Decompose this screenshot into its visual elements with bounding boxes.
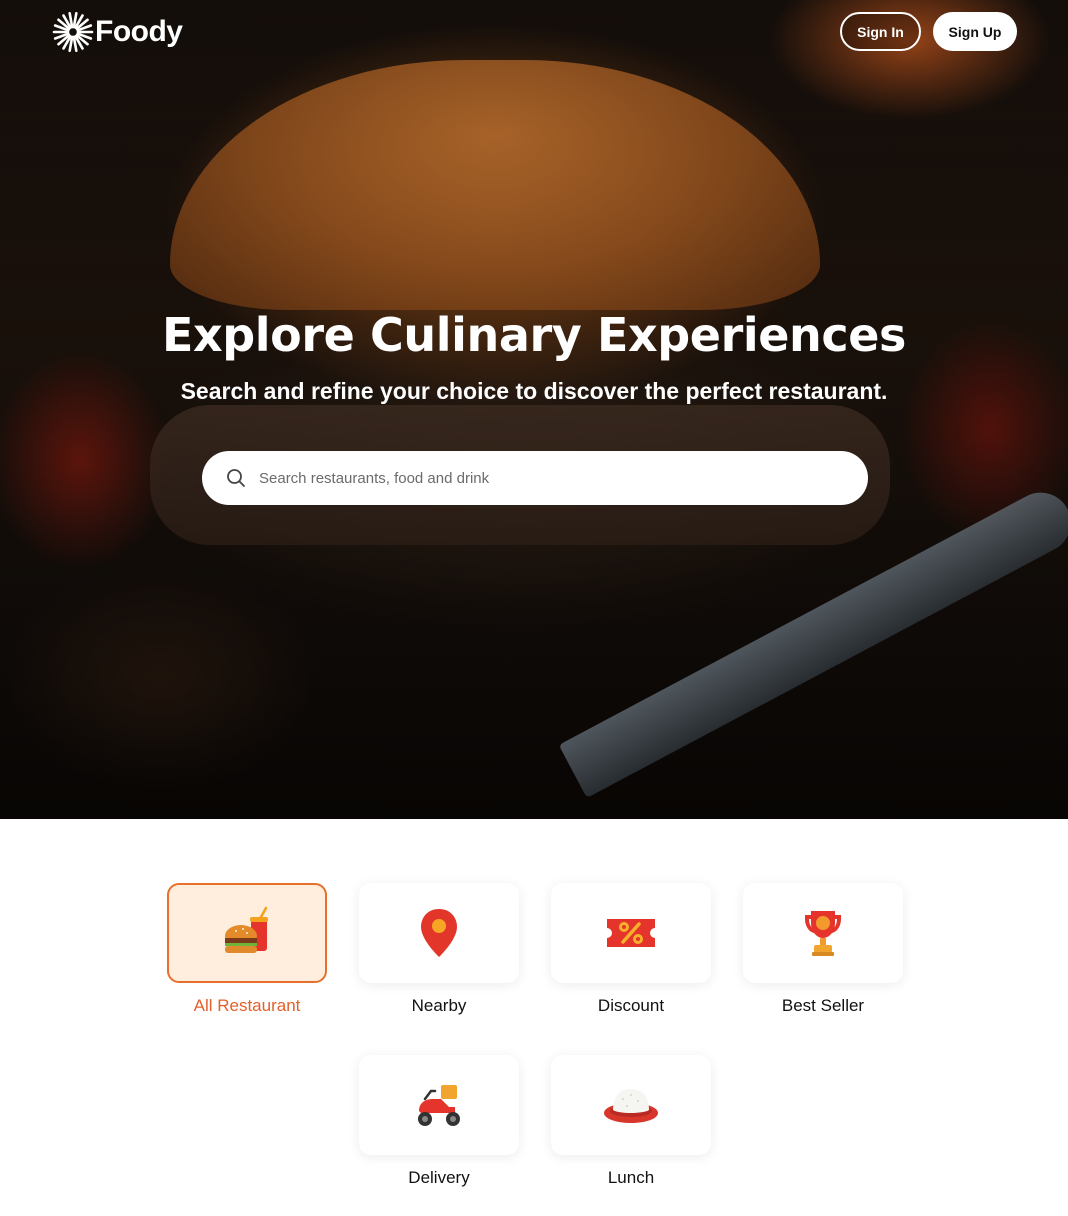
search-input[interactable]: [259, 463, 839, 493]
search-bar[interactable]: [202, 451, 868, 505]
category-label: Best Seller: [781, 996, 865, 1015]
category-nearby[interactable]: Nearby: [359, 883, 519, 1019]
trophy-icon: [805, 911, 841, 956]
category-card[interactable]: [743, 883, 903, 983]
hero-burger-bun: [170, 60, 820, 310]
hero-title: Explore Culinary Experiences: [161, 308, 907, 362]
scooter-icon: [418, 1085, 460, 1126]
hero-subtitle: Search and refine your choice to discove…: [180, 378, 888, 404]
category-delivery[interactable]: Delivery: [359, 1055, 519, 1191]
brand-name: Foody: [95, 15, 183, 48]
category-card[interactable]: [551, 1055, 711, 1155]
category-card[interactable]: [167, 883, 327, 983]
burger-drink-icon: [225, 906, 268, 953]
category-section: All Restaurant Nearby Discount Best Sell…: [0, 819, 1068, 1216]
sunburst-logo-icon: [52, 11, 94, 53]
sign-in-button[interactable]: Sign In: [840, 12, 921, 51]
hero-banner: [0, 0, 1068, 819]
category-label: Discount: [597, 996, 665, 1015]
category-label: Delivery: [408, 1168, 470, 1187]
category-card[interactable]: [359, 883, 519, 983]
category-discount[interactable]: Discount: [551, 883, 711, 1019]
category-label: Nearby: [411, 996, 467, 1015]
category-label: Lunch: [607, 1168, 655, 1187]
rice-plate-icon: [604, 1089, 658, 1123]
category-label: All Restaurant: [193, 996, 301, 1015]
category-card[interactable]: [359, 1055, 519, 1155]
category-lunch[interactable]: Lunch: [551, 1055, 711, 1191]
brand-logo[interactable]: Foody: [52, 11, 183, 53]
search-icon: [227, 469, 245, 487]
category-card[interactable]: [551, 883, 711, 983]
category-best-seller[interactable]: Best Seller: [743, 883, 903, 1019]
discount-ticket-icon: [607, 919, 655, 947]
category-all-restaurant[interactable]: All Restaurant: [167, 883, 327, 1019]
sign-up-button[interactable]: Sign Up: [933, 12, 1017, 51]
location-pin-icon: [421, 909, 457, 957]
